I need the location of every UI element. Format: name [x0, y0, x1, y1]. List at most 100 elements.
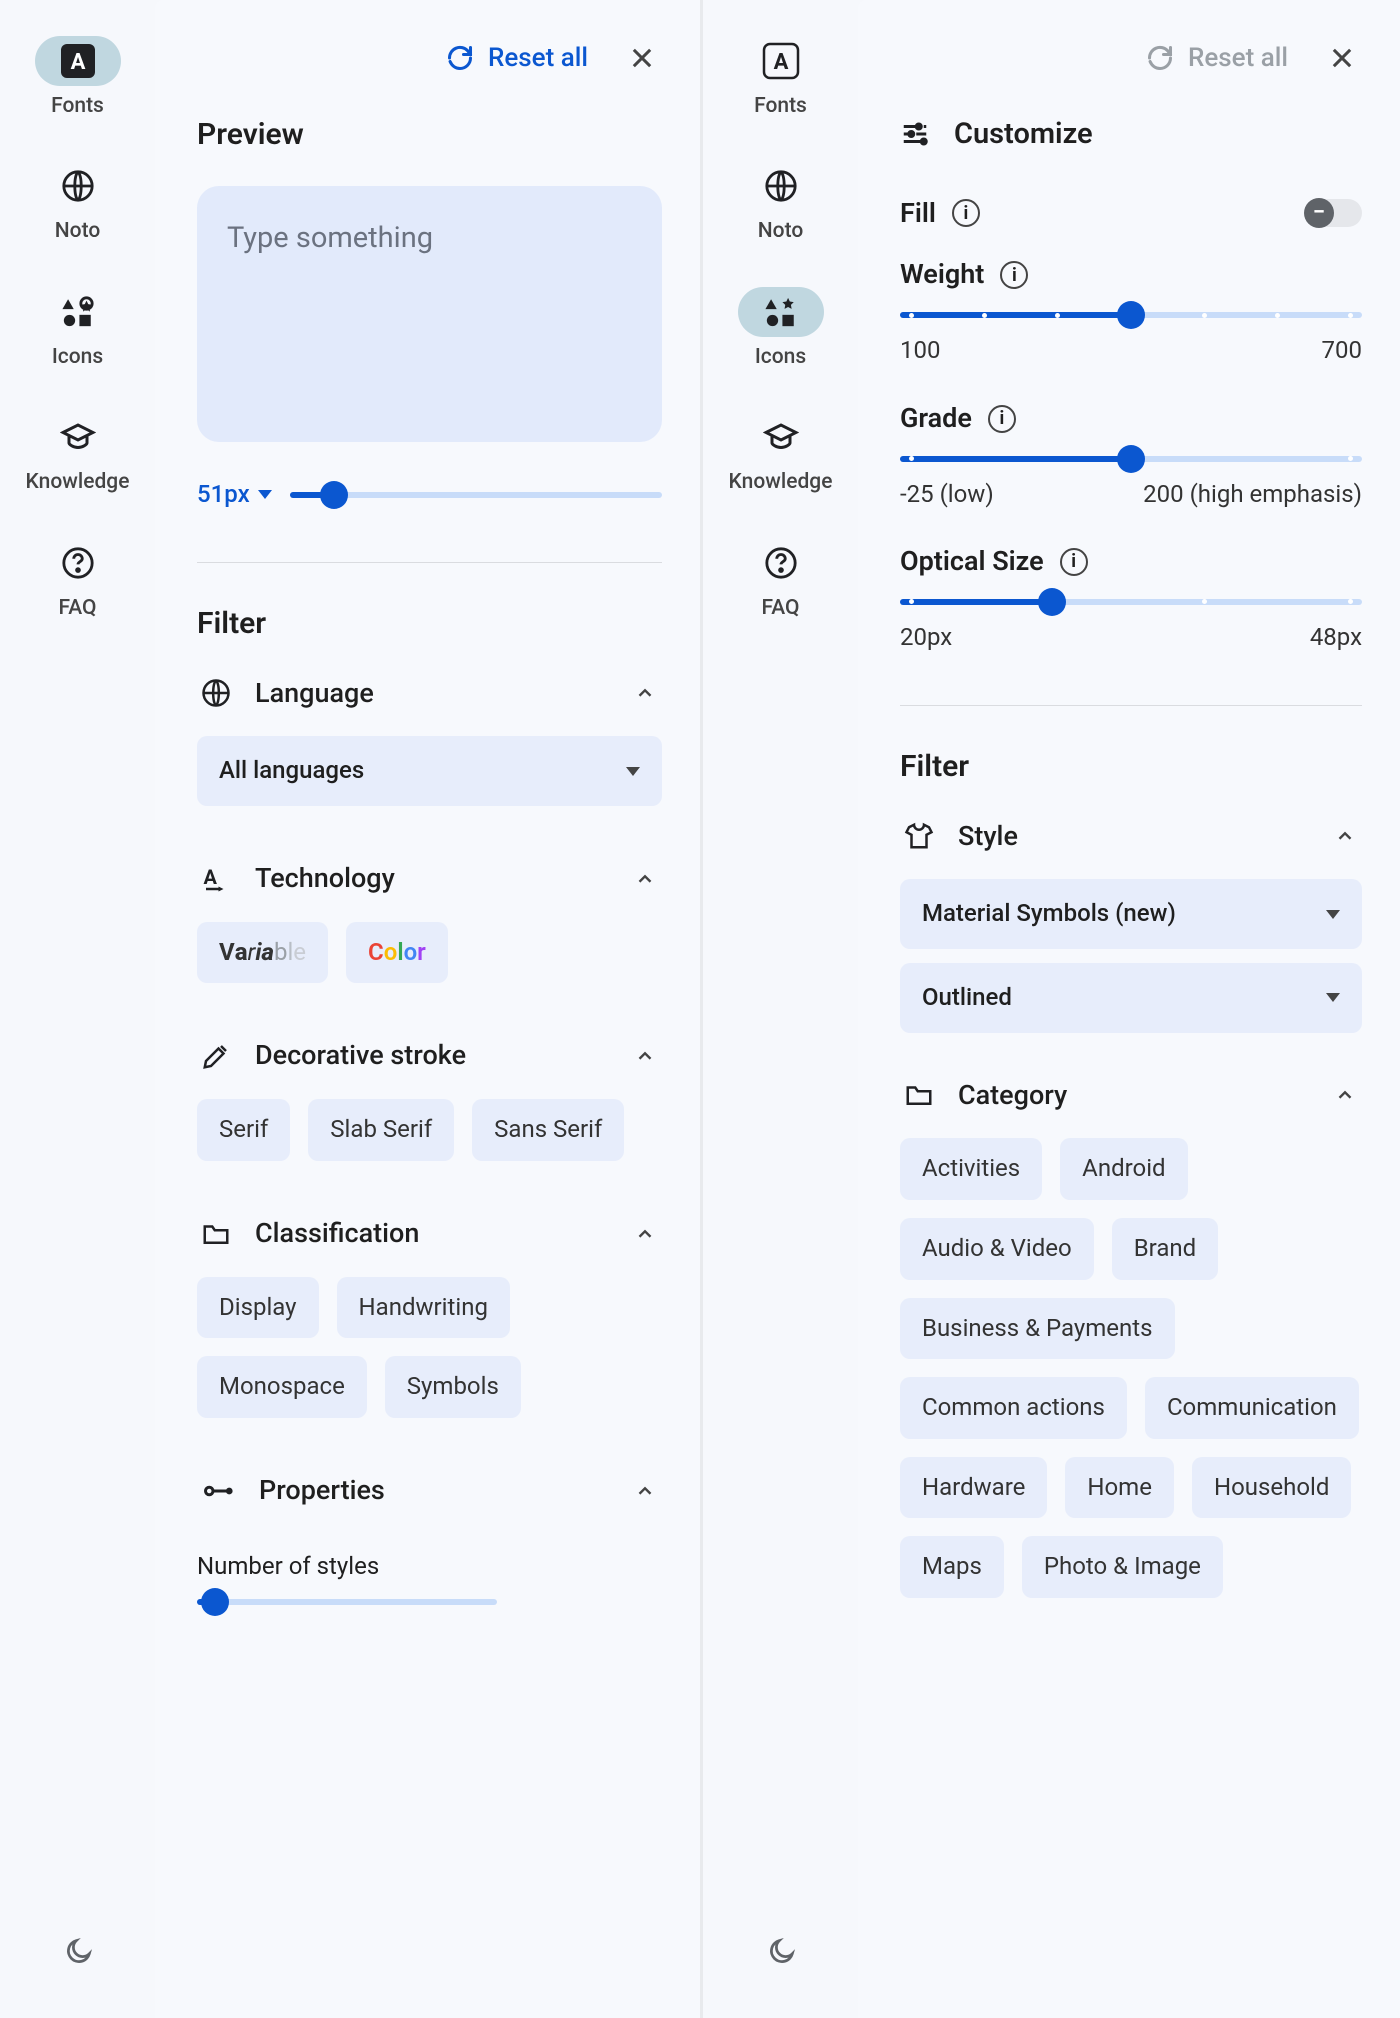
brush-icon [201, 1041, 231, 1071]
reset-button[interactable]: Reset all [446, 40, 588, 76]
svg-text:A: A [70, 50, 85, 75]
optical-slider[interactable] [900, 599, 1362, 605]
chip-category[interactable]: Communication [1145, 1377, 1359, 1439]
chip-category[interactable]: Household [1192, 1457, 1351, 1519]
chip-category[interactable]: Business & Payments [900, 1298, 1175, 1360]
close-button[interactable] [1322, 38, 1362, 78]
chip-category[interactable]: Maps [900, 1536, 1004, 1598]
grade-max: 200 (high emphasis) [1143, 478, 1362, 512]
chip-classification[interactable]: Symbols [385, 1356, 521, 1418]
shapes-icon [764, 295, 798, 329]
chip-category[interactable]: Activities [900, 1138, 1042, 1200]
weight-slider[interactable] [900, 312, 1362, 318]
svg-text:A: A [773, 50, 788, 75]
fill-label: Fill [900, 195, 936, 233]
nav-label: Icons [52, 343, 103, 372]
nav-label: FAQ [59, 594, 97, 623]
chip-classification[interactable]: Handwriting [337, 1277, 510, 1339]
language-select[interactable]: All languages [197, 736, 662, 806]
chevron-up-icon [632, 682, 658, 704]
chip-variable[interactable]: Variable [197, 922, 328, 984]
font-size-slider[interactable] [290, 492, 662, 498]
section-properties[interactable]: Properties [197, 1472, 662, 1510]
fill-toggle[interactable]: − [1306, 199, 1362, 227]
chip-stroke[interactable]: Slab Serif [308, 1099, 454, 1161]
section-stroke[interactable]: Decorative stroke [197, 1037, 662, 1075]
nav-faq[interactable]: FAQ [0, 538, 155, 623]
nav-label: Noto [758, 217, 803, 246]
nav-label: Icons [755, 343, 806, 372]
section-language[interactable]: Language [197, 675, 662, 713]
globe-icon [201, 678, 231, 708]
info-icon[interactable]: i [1060, 548, 1088, 576]
side-nav: A Fonts Noto Icons Knowledge FAQ [0, 0, 155, 2018]
nav-fonts[interactable]: A Fonts [0, 36, 155, 121]
dark-mode-button[interactable] [58, 1932, 98, 1972]
info-icon[interactable]: i [952, 199, 980, 227]
style-variant-select[interactable]: Outlined [900, 963, 1362, 1033]
chip-category[interactable]: Home [1065, 1457, 1174, 1519]
technology-icon: A [201, 864, 231, 894]
chip-classification[interactable]: Monospace [197, 1356, 367, 1418]
chip-category[interactable]: Android [1060, 1138, 1187, 1200]
graduation-icon [60, 419, 96, 455]
nav-fonts[interactable]: A Fonts [703, 36, 858, 121]
info-icon[interactable]: i [1000, 261, 1028, 289]
num-styles-slider[interactable] [197, 1599, 497, 1605]
caret-down-icon [626, 767, 640, 776]
nav-knowledge[interactable]: Knowledge [703, 412, 858, 497]
preview-textarea[interactable]: Type something [197, 186, 662, 442]
preview-placeholder: Type something [227, 218, 632, 259]
section-category[interactable]: Category [900, 1077, 1362, 1115]
section-title: Classification [255, 1215, 419, 1253]
nav-faq[interactable]: FAQ [703, 538, 858, 623]
fonts-icon: A [762, 42, 800, 80]
section-classification[interactable]: Classification [197, 1215, 662, 1253]
nav-icons[interactable]: Icons [703, 287, 858, 372]
style-family-select[interactable]: Material Symbols (new) [900, 879, 1362, 949]
chevron-up-icon [632, 868, 658, 890]
select-value: Material Symbols (new) [922, 897, 1176, 931]
nav-noto[interactable]: Noto [0, 161, 155, 246]
chevron-up-icon [632, 1223, 658, 1245]
font-size-dropdown[interactable]: 51px [197, 478, 272, 512]
section-style[interactable]: Style [900, 818, 1362, 856]
nav-label: Fonts [754, 92, 807, 121]
weight-label: Weight [900, 256, 984, 294]
optical-label: Optical Size [900, 543, 1044, 581]
info-icon[interactable]: i [988, 405, 1016, 433]
chip-stroke[interactable]: Serif [197, 1099, 290, 1161]
nav-noto[interactable]: Noto [703, 161, 858, 246]
reset-label: Reset all [488, 40, 588, 76]
nav-label: Fonts [51, 92, 104, 121]
optical-max: 48px [1310, 621, 1362, 655]
key-icon [201, 1476, 235, 1506]
chip-stroke[interactable]: Sans Serif [472, 1099, 624, 1161]
close-button[interactable] [622, 38, 662, 78]
section-technology[interactable]: ATechnology [197, 860, 662, 898]
customize-heading: Customize [954, 114, 1093, 155]
close-icon [628, 44, 656, 72]
grade-slider[interactable] [900, 456, 1362, 462]
dark-mode-button[interactable] [761, 1932, 801, 1972]
chip-category[interactable]: Brand [1112, 1218, 1218, 1280]
select-value: All languages [219, 754, 364, 788]
help-icon [764, 546, 798, 580]
nav-icons[interactable]: Icons [0, 287, 155, 372]
font-size-value: 51px [197, 478, 250, 512]
chevron-up-icon [632, 1480, 658, 1502]
chip-category[interactable]: Common actions [900, 1377, 1127, 1439]
chip-color[interactable]: Color [346, 922, 448, 984]
nav-knowledge[interactable]: Knowledge [0, 412, 155, 497]
chip-category[interactable]: Hardware [900, 1457, 1047, 1519]
fonts-icon: A [59, 42, 97, 80]
preview-heading: Preview [197, 114, 662, 156]
chip-category[interactable]: Photo & Image [1022, 1536, 1223, 1598]
chip-classification[interactable]: Display [197, 1277, 319, 1339]
tune-icon [900, 119, 930, 149]
select-value: Outlined [922, 981, 1012, 1015]
filter-heading: Filter [197, 603, 662, 645]
reset-button[interactable]: Reset all [1146, 40, 1288, 76]
chip-category[interactable]: Audio & Video [900, 1218, 1094, 1280]
refresh-icon [1146, 44, 1174, 72]
